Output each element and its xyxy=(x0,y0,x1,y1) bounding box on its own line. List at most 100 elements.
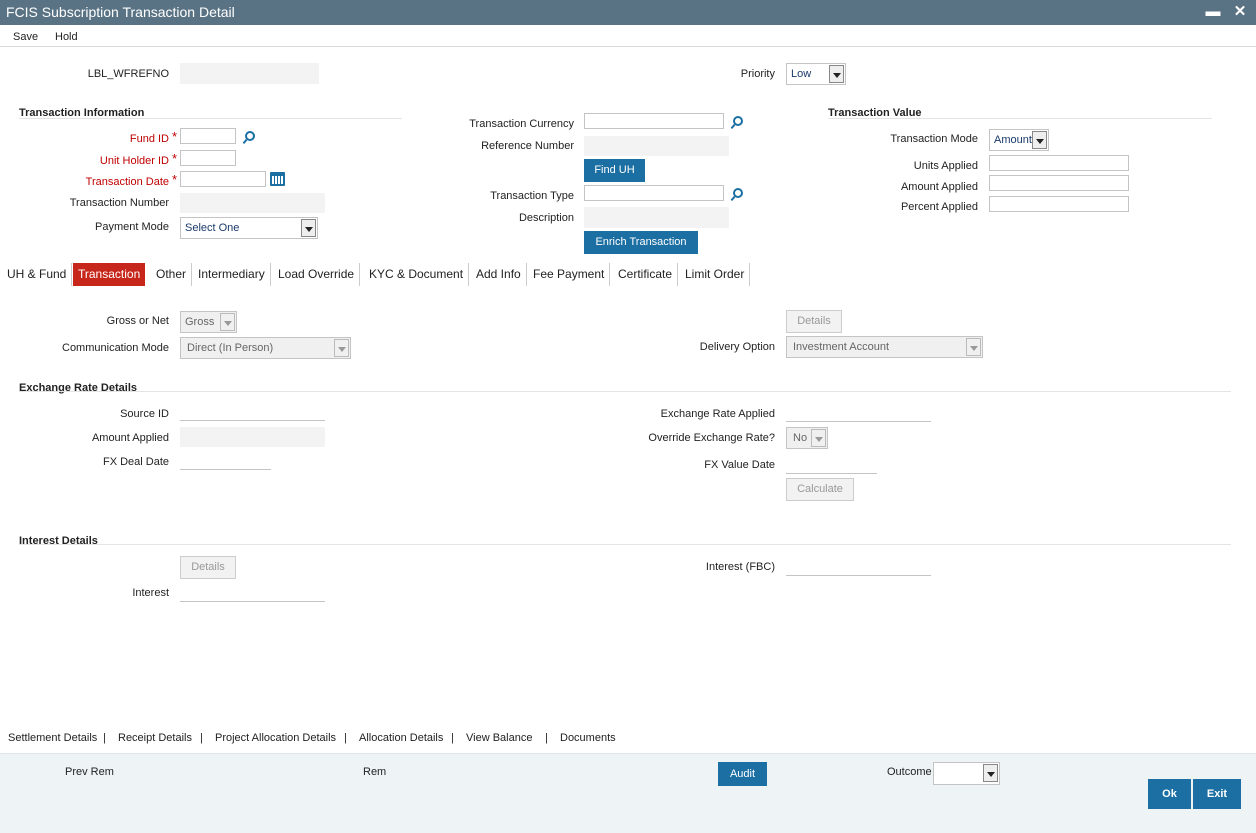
interest-fbc-label: Interest (FBC) xyxy=(705,561,775,573)
rem-label[interactable]: Rem xyxy=(363,766,386,778)
transaction-type-label: Transaction Type xyxy=(490,190,574,202)
percent-applied-label: Percent Applied xyxy=(900,201,978,213)
source-id-label: Source ID xyxy=(120,408,169,420)
description-label: Description xyxy=(518,212,574,224)
menu-bar: Save Hold xyxy=(0,25,1256,47)
chevron-down-icon[interactable] xyxy=(301,219,316,237)
window-title: FCIS Subscription Transaction Detail xyxy=(6,4,235,20)
section-divider xyxy=(19,118,402,119)
transaction-type-input[interactable] xyxy=(584,185,724,201)
tab-uh-fund[interactable]: UH & Fund xyxy=(2,263,73,286)
tab-fee-payment[interactable]: Fee Payment xyxy=(528,263,611,286)
transaction-mode-label: Transaction Mode xyxy=(890,133,978,145)
audit-button[interactable]: Audit xyxy=(718,762,767,786)
minimize-icon[interactable]: ▬ xyxy=(1202,2,1224,22)
percent-applied-input[interactable] xyxy=(989,196,1129,212)
communication-mode-label: Communication Mode xyxy=(62,342,169,354)
communication-mode-select[interactable]: Direct (In Person) xyxy=(180,337,351,359)
interest-fbc-input[interactable] xyxy=(786,560,931,576)
link-separator: | xyxy=(103,732,106,744)
fx-value-date-label: FX Value Date xyxy=(704,459,775,471)
view-balance-link[interactable]: View Balance xyxy=(466,732,532,744)
link-separator: | xyxy=(200,732,203,744)
save-menu-item[interactable]: Save xyxy=(13,31,38,43)
payment-mode-value: Select One xyxy=(185,222,240,234)
currency-search-icon[interactable] xyxy=(730,116,743,129)
reference-number-label: Reference Number xyxy=(481,140,574,152)
project-allocation-details-link[interactable]: Project Allocation Details xyxy=(215,732,336,744)
source-id-input[interactable] xyxy=(180,405,325,421)
receipt-details-link[interactable]: Receipt Details xyxy=(118,732,192,744)
units-applied-input[interactable] xyxy=(989,155,1129,171)
payment-mode-select[interactable]: Select One xyxy=(180,217,318,239)
hold-menu-item[interactable]: Hold xyxy=(55,31,78,43)
delivery-option-label: Delivery Option xyxy=(699,341,775,353)
title-bar: FCIS Subscription Transaction Detail ▬ ✕ xyxy=(0,0,1256,25)
transaction-currency-input[interactable] xyxy=(584,113,724,129)
delivery-option-select[interactable]: Investment Account xyxy=(786,336,983,358)
required-marker: * xyxy=(172,172,178,187)
wfrefno-label: LBL_WFREFNO xyxy=(87,68,169,80)
unit-holder-id-label: Unit Holder ID xyxy=(99,155,169,167)
fund-search-icon[interactable] xyxy=(242,131,255,144)
transaction-date-label: Transaction Date xyxy=(85,176,169,188)
tab-transaction[interactable]: Transaction xyxy=(73,263,146,286)
outcome-label: Outcome xyxy=(887,766,932,778)
gross-or-net-value: Gross xyxy=(185,316,215,328)
chevron-down-icon[interactable] xyxy=(983,764,998,782)
exchange-rate-applied-label: Exchange Rate Applied xyxy=(660,408,775,420)
tab-add-info[interactable]: Add Info xyxy=(471,263,527,286)
fx-deal-date-input[interactable] xyxy=(180,454,271,470)
priority-value: Low xyxy=(791,68,812,80)
payment-mode-label: Payment Mode xyxy=(95,221,169,233)
calendar-icon[interactable] xyxy=(270,172,285,186)
amount-applied-fx-label: Amount Applied xyxy=(91,432,169,444)
communication-mode-value: Direct (In Person) xyxy=(187,342,274,354)
prev-rem-label[interactable]: Prev Rem xyxy=(65,766,114,778)
exit-button[interactable]: Exit xyxy=(1193,779,1241,809)
find-uh-button[interactable]: Find UH xyxy=(584,159,645,182)
link-separator: | xyxy=(451,732,454,744)
allocation-details-link[interactable]: Allocation Details xyxy=(359,732,443,744)
override-exchange-rate-select[interactable]: No xyxy=(786,427,828,449)
calculate-button[interactable]: Calculate xyxy=(786,478,854,501)
required-marker: * xyxy=(172,129,178,144)
tab-limit-order[interactable]: Limit Order xyxy=(680,263,751,286)
transaction-type-search-icon[interactable] xyxy=(730,188,743,201)
fund-id-input[interactable] xyxy=(180,128,236,144)
priority-select[interactable]: Low xyxy=(786,63,846,85)
unit-holder-id-input[interactable] xyxy=(180,150,236,166)
tab-load-override[interactable]: Load Override xyxy=(273,263,361,286)
chevron-down-icon[interactable] xyxy=(334,339,349,357)
chevron-down-icon[interactable] xyxy=(966,338,981,356)
transaction-date-input[interactable] xyxy=(180,171,266,187)
amount-applied-input[interactable] xyxy=(989,175,1129,191)
override-exchange-rate-value: No xyxy=(793,432,808,444)
tab-other[interactable]: Other xyxy=(151,263,193,286)
outcome-select[interactable] xyxy=(933,762,1000,785)
tab-kyc-document[interactable]: KYC & Document xyxy=(364,263,470,286)
interest-input[interactable] xyxy=(180,586,325,602)
settlement-details-link[interactable]: Settlement Details xyxy=(8,732,97,744)
close-icon[interactable]: ✕ xyxy=(1229,2,1251,22)
transaction-mode-select[interactable]: Amount xyxy=(989,129,1049,151)
chevron-down-icon[interactable] xyxy=(811,429,826,447)
fx-value-date-input[interactable] xyxy=(786,458,877,474)
tab-certificate[interactable]: Certificate xyxy=(613,263,679,286)
override-exchange-rate-label: Override Exchange Rate? xyxy=(648,432,775,444)
interest-details-button[interactable]: Details xyxy=(180,556,236,579)
tab-intermediary[interactable]: Intermediary xyxy=(193,263,271,286)
details-button[interactable]: Details xyxy=(786,310,842,333)
enrich-transaction-button[interactable]: Enrich Transaction xyxy=(584,231,698,254)
chevron-down-icon[interactable] xyxy=(1032,131,1047,149)
transaction-number-field xyxy=(180,193,325,213)
gross-or-net-select[interactable]: Gross xyxy=(180,311,237,333)
ok-button[interactable]: Ok xyxy=(1148,779,1191,809)
priority-label: Priority xyxy=(740,68,775,80)
chevron-down-icon[interactable] xyxy=(829,65,844,83)
exchange-rate-heading: Exchange Rate Details xyxy=(19,382,137,394)
chevron-down-icon[interactable] xyxy=(220,313,235,331)
exchange-rate-applied-input[interactable] xyxy=(786,406,931,422)
documents-link[interactable]: Documents xyxy=(560,732,616,744)
fx-deal-date-label: FX Deal Date xyxy=(102,456,169,468)
